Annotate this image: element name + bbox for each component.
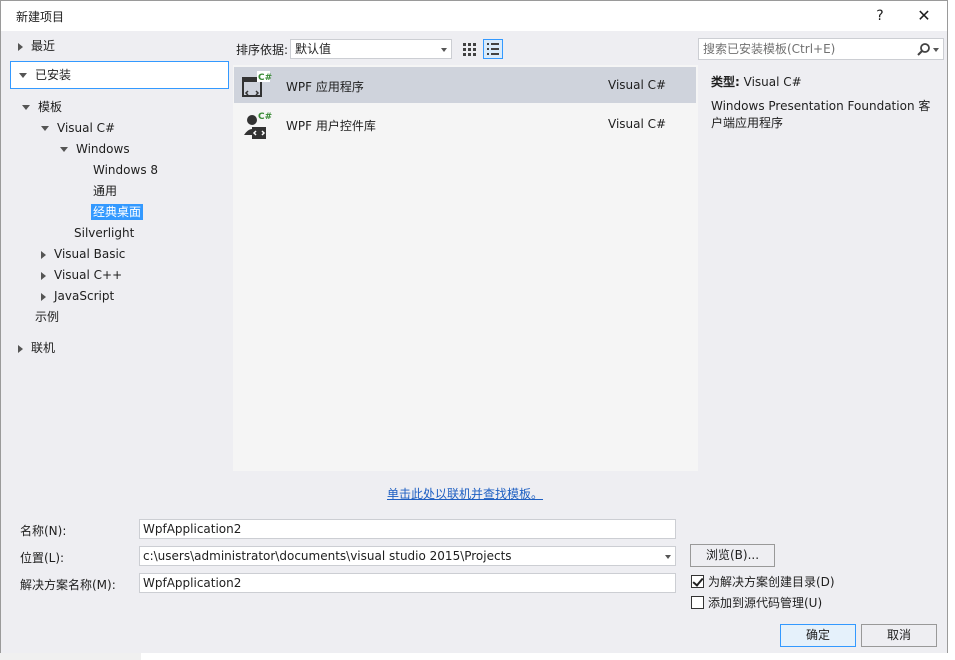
expand-arrow-icon bbox=[41, 271, 46, 280]
cancel-button[interactable]: 取消 bbox=[861, 624, 937, 647]
grid-view-button[interactable] bbox=[459, 39, 479, 59]
dropdown-arrow-icon bbox=[441, 48, 447, 52]
solution-name-label: 解决方案名称(M): bbox=[20, 578, 116, 592]
expand-arrow-icon bbox=[18, 344, 23, 353]
tree-item-windows[interactable]: Windows bbox=[60, 139, 130, 159]
project-name-field[interactable]: WpfApplication2 bbox=[139, 519, 676, 539]
help-button[interactable]: ? bbox=[865, 5, 895, 27]
collapse-arrow-icon bbox=[19, 73, 27, 78]
online-templates-link[interactable]: 单击此处以联机并查找模板。 bbox=[387, 485, 543, 502]
solution-name-field[interactable]: WpfApplication2 bbox=[139, 573, 676, 593]
sort-label: 排序依据: bbox=[236, 43, 289, 57]
dropdown-arrow-icon bbox=[933, 48, 939, 52]
template-name: WPF 用户控件库 bbox=[286, 119, 376, 133]
search-icon bbox=[917, 43, 930, 56]
tree-item-installed[interactable]: 已安装 bbox=[10, 61, 229, 89]
tree-item-recent[interactable]: 最近 bbox=[18, 36, 55, 56]
list-view-button[interactable] bbox=[483, 39, 503, 59]
svg-text:C#: C# bbox=[258, 73, 272, 83]
location-label: 位置(L): bbox=[20, 551, 65, 565]
tree-item-windows8[interactable]: Windows 8 bbox=[93, 160, 158, 180]
tree-item-visual-cpp[interactable]: Visual C++ bbox=[41, 265, 122, 285]
search-templates-input[interactable]: 搜索已安装模板(Ctrl+E) bbox=[698, 38, 944, 60]
checkbox-unchecked-icon bbox=[691, 596, 704, 609]
dialog-title: 新建项目 bbox=[16, 10, 65, 24]
template-type: 类型: Visual C# bbox=[711, 75, 802, 89]
tree-item-visual-csharp[interactable]: Visual C# bbox=[41, 118, 115, 138]
svg-text:C#: C# bbox=[258, 112, 272, 122]
list-view-icon bbox=[487, 43, 499, 55]
grid-view-icon bbox=[463, 43, 476, 56]
template-name: WPF 应用程序 bbox=[286, 80, 364, 94]
template-language: Visual C# bbox=[608, 78, 667, 92]
template-list: C# WPF 应用程序 Visual C# C# WPF 用户控件库 Visua… bbox=[233, 65, 698, 471]
tree-item-javascript[interactable]: JavaScript bbox=[41, 286, 114, 306]
tree-item-classic-desktop[interactable]: 经典桌面 bbox=[91, 202, 144, 222]
browse-button[interactable]: 浏览(B)... bbox=[690, 544, 775, 567]
template-item-wpf-user-control[interactable]: C# WPF 用户控件库 Visual C# bbox=[234, 106, 696, 142]
sort-dropdown[interactable]: 默认值 bbox=[290, 39, 452, 59]
ok-button[interactable]: 确定 bbox=[780, 624, 856, 647]
new-project-dialog: 新建项目 ? ✕ 最近 已安装 模板 Visual C# Windows Win… bbox=[0, 0, 948, 653]
create-directory-checkbox[interactable]: 为解决方案创建目录(D) bbox=[691, 574, 835, 592]
name-label: 名称(N): bbox=[20, 524, 67, 538]
title-bar: 新建项目 ? ✕ bbox=[1, 1, 947, 31]
dropdown-arrow-icon bbox=[665, 555, 671, 559]
collapse-arrow-icon bbox=[22, 105, 30, 110]
tree-item-online[interactable]: 联机 bbox=[18, 338, 55, 358]
template-item-wpf-app[interactable]: C# WPF 应用程序 Visual C# bbox=[234, 67, 696, 103]
expand-arrow-icon bbox=[41, 292, 46, 301]
add-to-source-control-checkbox[interactable]: 添加到源代码管理(U) bbox=[691, 595, 822, 613]
template-tree: 最近 已安装 模板 Visual C# Windows Windows 8 通用… bbox=[10, 35, 230, 511]
location-field[interactable]: c:\users\administrator\documents\visual … bbox=[139, 546, 676, 566]
tree-item-templates[interactable]: 模板 bbox=[22, 97, 62, 117]
collapse-arrow-icon bbox=[60, 147, 68, 152]
sort-value: 默认值 bbox=[295, 42, 332, 56]
wpf-user-control-icon: C# bbox=[244, 110, 272, 139]
tree-item-silverlight[interactable]: Silverlight bbox=[74, 223, 134, 243]
collapse-arrow-icon bbox=[41, 126, 49, 131]
wpf-app-icon: C# bbox=[242, 71, 272, 97]
template-description: Windows Presentation Foundation 客户端应用程序 bbox=[711, 99, 931, 130]
project-settings-form: 名称(N): WpfApplication2 位置(L): c:\users\a… bbox=[1, 513, 947, 653]
search-placeholder: 搜索已安装模板(Ctrl+E) bbox=[703, 42, 836, 56]
expand-arrow-icon bbox=[18, 42, 23, 51]
background-strip bbox=[0, 653, 141, 660]
tree-item-general[interactable]: 通用 bbox=[93, 181, 117, 201]
tree-item-visual-basic[interactable]: Visual Basic bbox=[41, 244, 125, 264]
checkbox-checked-icon bbox=[691, 575, 704, 588]
template-language: Visual C# bbox=[608, 117, 667, 131]
tree-item-samples[interactable]: 示例 bbox=[35, 307, 59, 327]
expand-arrow-icon bbox=[41, 250, 46, 259]
close-button[interactable]: ✕ bbox=[909, 5, 939, 27]
